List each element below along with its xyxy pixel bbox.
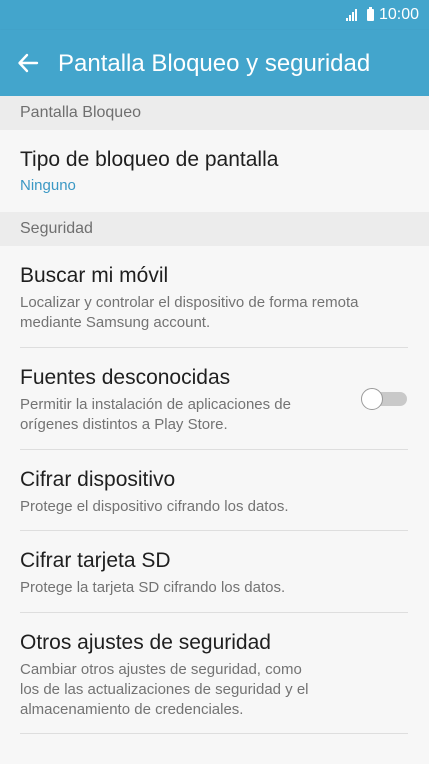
divider <box>20 449 408 450</box>
description-line: mediante Samsung account. <box>20 314 211 331</box>
divider <box>20 530 408 531</box>
description-line: Protege el dispositivo cifrando los dato… <box>20 498 289 515</box>
section-header-lock-screen: Pantalla Bloqueo <box>0 96 429 130</box>
section-header-security: Seguridad <box>0 212 429 246</box>
item-title: Tipo de bloqueo de pantalla <box>20 148 279 171</box>
description-line: Localizar y controlar el dispositivo de … <box>20 294 359 311</box>
divider <box>20 347 408 348</box>
status-bar: 10:00 <box>0 0 429 30</box>
item-description: Localizar y controlar el dispositivo de … <box>20 293 408 333</box>
screen-lock-type-item[interactable]: Tipo de bloqueo de pantalla Ninguno <box>20 148 408 196</box>
description-line: almacenamiento de credenciales. <box>20 701 244 718</box>
signal-icon <box>345 9 362 21</box>
encrypt-sd-card-item[interactable]: Cifrar tarjeta SD Protege la tarjeta SD … <box>20 549 408 598</box>
encrypt-device-item[interactable]: Cifrar dispositivo Protege el dispositiv… <box>20 468 408 517</box>
other-security-settings-item[interactable]: Otros ajustes de seguridad Cambiar otros… <box>20 631 408 720</box>
item-description: Protege la tarjeta SD cifrando los datos… <box>20 578 408 598</box>
description-line: Cambiar otros ajustes de seguridad, como <box>20 661 302 678</box>
page-title: Pantalla Bloqueo y seguridad <box>58 50 371 77</box>
battery-icon <box>366 7 374 21</box>
back-button[interactable] <box>14 49 42 77</box>
arrow-left-icon <box>18 53 39 73</box>
item-title: Buscar mi móvil <box>20 264 169 287</box>
description-line: orígenes distintos a Play Store. <box>20 416 228 433</box>
divider <box>20 612 408 613</box>
item-title: Fuentes desconocidas <box>20 366 231 389</box>
item-value: Ninguno <box>20 177 76 194</box>
status-icons: 10:00 <box>345 5 419 25</box>
item-description: Protege el dispositivo cifrando los dato… <box>20 497 408 517</box>
item-title: Cifrar tarjeta SD <box>20 549 171 572</box>
description-line: Protege la tarjeta SD cifrando los datos… <box>20 579 286 596</box>
item-description: Permitir la instalación de aplicaciones … <box>20 395 350 435</box>
divider <box>20 733 408 734</box>
app-bar: Pantalla Bloqueo y seguridad <box>0 30 429 96</box>
item-description: Cambiar otros ajustes de seguridad, como… <box>20 660 408 720</box>
description-line: los de las actualizaciones de seguridad … <box>20 681 309 698</box>
item-title: Otros ajustes de seguridad <box>20 631 271 654</box>
find-my-mobile-item[interactable]: Buscar mi móvil Localizar y controlar el… <box>20 264 408 333</box>
description-line: Permitir la instalación de aplicaciones … <box>20 396 291 413</box>
unknown-sources-toggle[interactable] <box>361 388 407 410</box>
toggle-thumb <box>361 388 383 410</box>
status-time: 10:00 <box>378 6 419 23</box>
item-title: Cifrar dispositivo <box>20 468 176 491</box>
unknown-sources-item[interactable]: Fuentes desconocidas Permitir la instala… <box>20 366 350 435</box>
